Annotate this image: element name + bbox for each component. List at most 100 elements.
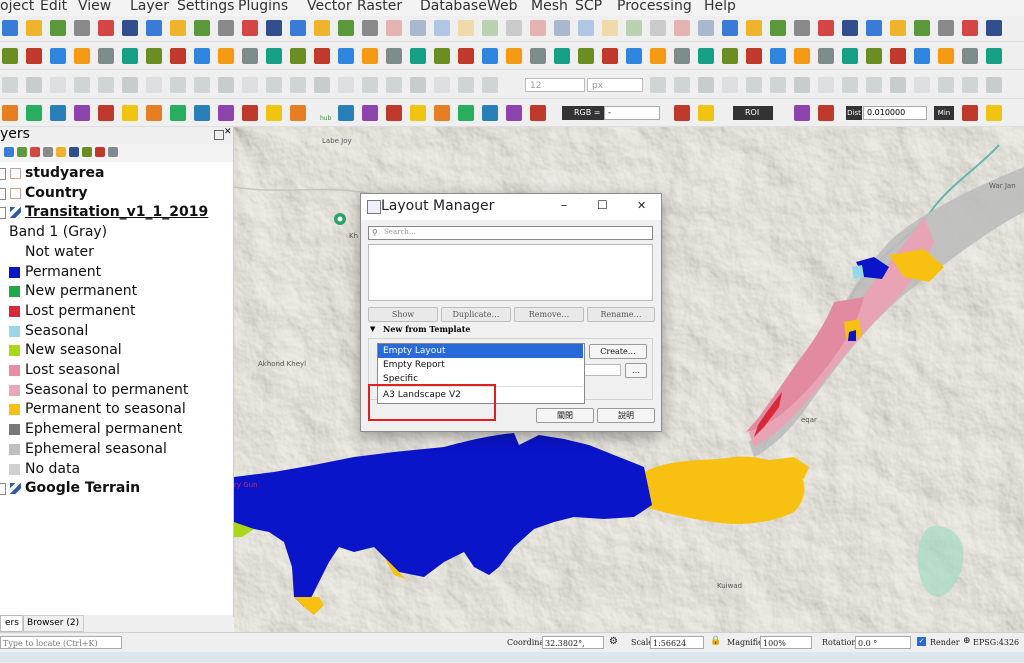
locator-input[interactable]: Type to locate (Ctrl+K) xyxy=(0,636,122,649)
dropdown-option-empty-report[interactable]: Empty Report xyxy=(378,358,583,372)
maximize-icon[interactable]: ☐ xyxy=(597,198,608,212)
toolbar-tool-icon[interactable] xyxy=(554,48,570,64)
toolbar-tool-icon[interactable] xyxy=(482,48,498,64)
toolbar-tool-icon[interactable] xyxy=(962,48,978,64)
layer-tool-icon[interactable] xyxy=(69,147,79,157)
toolbar-tool-icon[interactable] xyxy=(866,77,882,93)
menu-item-view[interactable]: View xyxy=(78,0,111,14)
toolbar-tool-icon[interactable] xyxy=(362,105,378,121)
menu-item-web[interactable]: Web xyxy=(487,0,518,14)
toolbar-tool-icon[interactable] xyxy=(410,77,426,93)
toolbar-tool-icon[interactable] xyxy=(506,20,522,36)
toolbar-tool-icon[interactable] xyxy=(122,20,138,36)
toolbar-tool-icon[interactable] xyxy=(554,20,570,36)
toolbar-tool-icon[interactable] xyxy=(338,20,354,36)
search-input[interactable]: ⚲ Search… xyxy=(368,226,653,240)
toolbar-tool-icon[interactable] xyxy=(866,48,882,64)
toolbar-tool-icon[interactable] xyxy=(218,77,234,93)
toolbar-tool-icon[interactable] xyxy=(578,48,594,64)
toolbar-tool-icon[interactable] xyxy=(2,105,18,121)
toolbar-tool-icon[interactable] xyxy=(602,20,618,36)
menu-item-database[interactable]: Database xyxy=(420,0,487,14)
toolbar-tool-icon[interactable] xyxy=(26,20,42,36)
toolbar-tool-icon[interactable] xyxy=(194,105,210,121)
toolbar-tool-icon[interactable] xyxy=(314,77,330,93)
toolbar-tool-icon[interactable] xyxy=(506,48,522,64)
toolbar-tool-icon[interactable] xyxy=(986,105,1002,121)
rename-button[interactable]: Rename… xyxy=(587,307,655,322)
layer-tool-icon[interactable] xyxy=(17,147,27,157)
close-button[interactable]: 關閉 xyxy=(536,408,594,423)
toolbar-tool-icon[interactable] xyxy=(434,77,450,93)
menu-item-plugins[interactable]: Plugins xyxy=(238,0,288,14)
toolbar-tool-icon[interactable] xyxy=(266,48,282,64)
toolbar-tool-icon[interactable] xyxy=(386,20,402,36)
toolbar-tool-icon[interactable] xyxy=(794,20,810,36)
toolbar-tool-icon[interactable] xyxy=(170,48,186,64)
toolbar-tool-icon[interactable] xyxy=(74,105,90,121)
toolbar-tool-icon[interactable] xyxy=(650,20,666,36)
toolbar-tool-icon[interactable] xyxy=(938,48,954,64)
toolbar-tool-icon[interactable] xyxy=(386,105,402,121)
collapse-icon[interactable]: ▼ xyxy=(370,325,375,333)
toolbar-tool-icon[interactable] xyxy=(818,48,834,64)
toolbar-tool-icon[interactable] xyxy=(482,77,498,93)
toolbar-tool-icon[interactable] xyxy=(338,77,354,93)
close-icon[interactable]: ✕ xyxy=(637,199,646,212)
toolbar-tool-icon[interactable] xyxy=(266,20,282,36)
toolbar-tool-icon[interactable] xyxy=(50,20,66,36)
toolbar-tool-icon[interactable] xyxy=(410,20,426,36)
toolbar-tool-icon[interactable] xyxy=(98,20,114,36)
toolbar-tool-icon[interactable] xyxy=(146,77,162,93)
toolbar-tool-icon[interactable] xyxy=(962,77,978,93)
unit-select[interactable]: px xyxy=(587,78,643,92)
menu-item-raster[interactable]: Raster xyxy=(357,0,402,14)
toolbar-tool-icon[interactable] xyxy=(794,77,810,93)
toolbar-tool-icon[interactable] xyxy=(26,48,42,64)
toolbar-tool-icon[interactable] xyxy=(938,20,954,36)
toolbar-tool-icon[interactable] xyxy=(2,77,18,93)
toolbar-tool-icon[interactable] xyxy=(842,20,858,36)
show-button[interactable]: Show xyxy=(368,307,438,322)
toolbar-tool-icon[interactable] xyxy=(290,105,306,121)
menu-item-mesh[interactable]: Mesh xyxy=(531,0,568,14)
toolbar-tool-icon[interactable] xyxy=(74,77,90,93)
toolbar-tool-icon[interactable] xyxy=(578,20,594,36)
toolbar-tool-icon[interactable] xyxy=(722,77,738,93)
toolbar-tool-icon[interactable] xyxy=(458,20,474,36)
render-checkbox[interactable]: ✓ xyxy=(917,637,926,646)
float-icon[interactable] xyxy=(214,130,224,140)
toolbar-tool-icon[interactable] xyxy=(674,77,690,93)
toolbar-tool-icon[interactable] xyxy=(386,48,402,64)
dropdown-option-empty-layout[interactable]: Empty Layout xyxy=(378,344,583,358)
toolbar-tool-icon[interactable] xyxy=(674,48,690,64)
toolbar-tool-icon[interactable] xyxy=(482,20,498,36)
rotation-input[interactable]: 0.0 ° xyxy=(855,636,911,649)
toolbar-tool-icon[interactable] xyxy=(458,77,474,93)
toolbar-tool-icon[interactable] xyxy=(842,77,858,93)
toolbar-tool-icon[interactable] xyxy=(890,77,906,93)
toolbar-tool-icon[interactable] xyxy=(938,77,954,93)
toolbar-tool-icon[interactable] xyxy=(698,105,714,121)
toolbar-tool-icon[interactable] xyxy=(242,48,258,64)
toolbar-tool-icon[interactable] xyxy=(410,105,426,121)
checkbox-checked[interactable] xyxy=(0,483,6,496)
toolbar-tool-icon[interactable] xyxy=(746,48,762,64)
toolbar-tool-icon[interactable] xyxy=(674,20,690,36)
menu-item-settings[interactable]: Settings xyxy=(177,0,234,14)
toolbar-tool-icon[interactable] xyxy=(290,20,306,36)
toolbar-tool-icon[interactable] xyxy=(2,48,18,64)
toolbar-tool-icon[interactable] xyxy=(746,20,762,36)
coordinate-field[interactable]: 32.3802°, 65.1375° xyxy=(542,636,604,661)
toolbar-tool-icon[interactable] xyxy=(218,105,234,121)
toolbar-tool-icon[interactable] xyxy=(194,20,210,36)
toolbar-tool-icon[interactable] xyxy=(50,105,66,121)
menu-item-edit[interactable]: Edit xyxy=(40,0,67,14)
crs-label[interactable]: EPSG:4326 xyxy=(973,638,1019,647)
dist-input[interactable]: 0.010000 xyxy=(863,106,927,120)
toolbar-tool-icon[interactable] xyxy=(98,77,114,93)
toolbar-tool-icon[interactable] xyxy=(74,48,90,64)
toolbar-tool-icon[interactable] xyxy=(410,48,426,64)
toolbar-tool-icon[interactable] xyxy=(194,77,210,93)
toolbar-tool-icon[interactable] xyxy=(290,77,306,93)
